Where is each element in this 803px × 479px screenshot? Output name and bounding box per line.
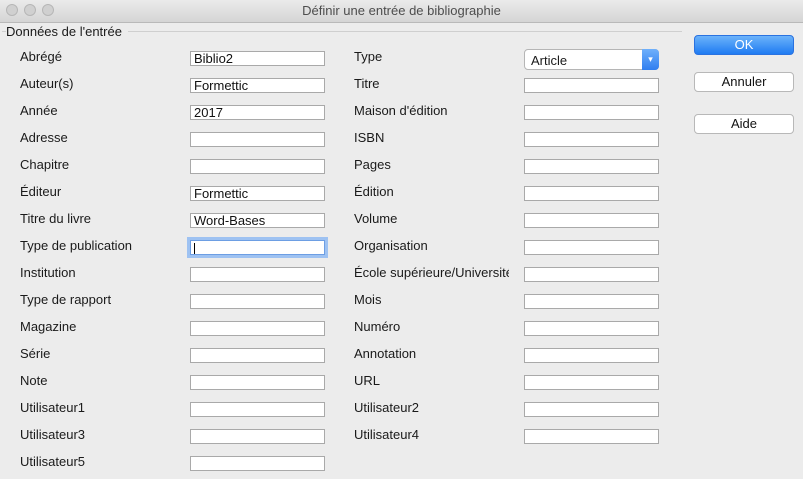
url-field[interactable] (524, 375, 659, 390)
field-label: Utilisateur3 (20, 427, 86, 442)
chevron-down-icon: ▾ (642, 49, 659, 70)
window-titlebar: Définir une entrée de bibliographie (0, 0, 803, 23)
institution-field[interactable] (190, 267, 325, 282)
field-label: ISBN (354, 130, 385, 145)
field-label: Auteur(s) (20, 76, 74, 91)
magazine-field[interactable] (190, 321, 325, 336)
window-title: Définir une entrée de bibliographie (302, 3, 501, 18)
titre-field[interactable] (524, 78, 659, 93)
group-label: Données de l'entrée (6, 24, 128, 39)
field-label: Type de publication (20, 238, 133, 253)
field-label: Volume (354, 211, 398, 226)
utilisateur2-field[interactable] (524, 402, 659, 417)
auteurs-field[interactable]: Formettic (190, 78, 325, 93)
chapitre-field[interactable] (190, 159, 325, 174)
isbn-field[interactable] (524, 132, 659, 147)
mois-field[interactable] (524, 294, 659, 309)
edition-field[interactable] (524, 186, 659, 201)
field-label: École supérieure/Université (354, 265, 509, 280)
titre-du-livre-field[interactable]: Word-Bases (190, 213, 325, 228)
utilisateur4-field[interactable] (524, 429, 659, 444)
field-label: Numéro (354, 319, 401, 334)
field-label: Magazine (20, 319, 77, 334)
note-field[interactable] (190, 375, 325, 390)
field-label: Maison d'édition (354, 103, 448, 118)
abrege-field[interactable]: Biblio2 (190, 51, 325, 66)
field-label: Utilisateur5 (20, 454, 86, 469)
type-select-value: Article (531, 53, 568, 68)
cancel-button[interactable]: Annuler (694, 72, 794, 92)
text-caret (194, 242, 195, 254)
type-select[interactable]: Article ▾ (524, 49, 659, 70)
field-label: Pages (354, 157, 391, 172)
serie-field[interactable] (190, 348, 325, 363)
organisation-field[interactable] (524, 240, 659, 255)
field-label: Type de rapport (20, 292, 112, 307)
field-label: Titre du livre (20, 211, 92, 226)
field-label: Type (354, 49, 383, 64)
numero-field[interactable] (524, 321, 659, 336)
field-label: Organisation (354, 238, 428, 253)
pages-field[interactable] (524, 159, 659, 174)
field-label: Chapitre (20, 157, 70, 172)
field-label: Abrégé (20, 49, 62, 64)
field-label: Série (20, 346, 51, 361)
field-label: Éditeur (20, 184, 62, 199)
utilisateur3-field[interactable] (190, 429, 325, 444)
type-de-publication-field[interactable] (190, 240, 325, 255)
help-button[interactable]: Aide (694, 114, 794, 134)
field-label: URL (354, 373, 381, 388)
annotation-field[interactable] (524, 348, 659, 363)
ok-button[interactable]: OK (694, 35, 794, 55)
field-label: Utilisateur1 (20, 400, 86, 415)
field-label: Note (20, 373, 48, 388)
ecole-superieure-field[interactable] (524, 267, 659, 282)
editeur-field[interactable]: Formettic (190, 186, 325, 201)
field-label: Édition (354, 184, 394, 199)
utilisateur1-field[interactable] (190, 402, 325, 417)
field-label: Utilisateur2 (354, 400, 420, 415)
field-label: Titre (354, 76, 380, 91)
field-label: Mois (354, 292, 382, 307)
type-de-rapport-field[interactable] (190, 294, 325, 309)
field-label: Utilisateur4 (354, 427, 420, 442)
field-label: Institution (20, 265, 76, 280)
utilisateur5-field[interactable] (190, 456, 325, 471)
volume-field[interactable] (524, 213, 659, 228)
field-label: Année (20, 103, 58, 118)
field-label: Annotation (354, 346, 417, 361)
field-label: Adresse (20, 130, 68, 145)
adresse-field[interactable] (190, 132, 325, 147)
annee-field[interactable]: 2017 (190, 105, 325, 120)
maison-d-edition-field[interactable] (524, 105, 659, 120)
